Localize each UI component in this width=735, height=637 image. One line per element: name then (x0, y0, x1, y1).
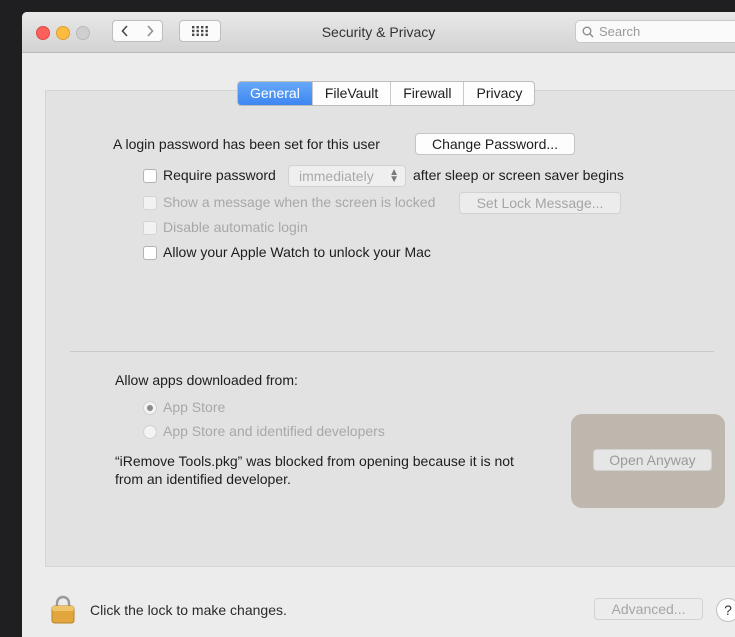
popup-arrows-icon: ▲ ▼ (389, 167, 399, 185)
radio-app-store[interactable] (143, 401, 157, 415)
show-message-label: Show a message when the screen is locked (163, 194, 436, 210)
lock-icon[interactable] (51, 594, 75, 624)
open-anyway-button[interactable]: Open Anyway (593, 449, 712, 471)
search-icon (582, 26, 594, 37)
disable-auto-login-label: Disable automatic login (163, 219, 308, 235)
tab-filevault[interactable]: FileVault (311, 82, 390, 105)
require-password-delay-popup[interactable]: immediately ▲ ▼ (288, 165, 406, 187)
require-password-checkbox[interactable] (143, 169, 157, 183)
tab-firewall[interactable]: Firewall (390, 82, 463, 105)
section-divider (70, 351, 714, 352)
tab-general[interactable]: General (238, 82, 312, 105)
login-password-text: A login password has been set for this u… (113, 136, 380, 152)
require-password-label: Require password (163, 167, 276, 183)
radio-selected-dot (147, 405, 153, 411)
help-button[interactable]: ? (716, 598, 735, 622)
change-password-button[interactable]: Change Password... (415, 133, 575, 155)
advanced-button[interactable]: Advanced... (594, 598, 703, 620)
search-placeholder: Search (599, 24, 641, 39)
require-password-delay-value: immediately (299, 168, 374, 184)
search-field[interactable]: Search (575, 20, 735, 43)
blocked-message-line2: from an identified developer. (115, 471, 291, 487)
radio-identified-developers[interactable] (143, 425, 157, 439)
blocked-message-line1: “iRemove Tools.pkg” was blocked from ope… (115, 453, 514, 469)
identified-developers-option-label: App Store and identified developers (163, 423, 385, 439)
apple-watch-checkbox[interactable] (143, 246, 157, 260)
tab-privacy[interactable]: Privacy (463, 82, 534, 105)
tab-bar: General FileVault Firewall Privacy (237, 81, 536, 106)
set-lock-message-button[interactable]: Set Lock Message... (459, 192, 621, 214)
title-bar: Security & Privacy Search (22, 12, 735, 53)
apple-watch-label: Allow your Apple Watch to unlock your Ma… (163, 244, 431, 260)
allow-apps-heading: Allow apps downloaded from: (115, 372, 298, 388)
show-message-checkbox[interactable] (143, 196, 157, 210)
app-store-option-label: App Store (163, 399, 226, 415)
after-sleep-label: after sleep or screen saver begins (413, 167, 624, 183)
lock-hint-text: Click the lock to make changes. (90, 602, 287, 618)
preferences-window: Security & Privacy Search General FileVa… (22, 12, 735, 637)
disable-auto-login-checkbox[interactable] (143, 221, 157, 235)
